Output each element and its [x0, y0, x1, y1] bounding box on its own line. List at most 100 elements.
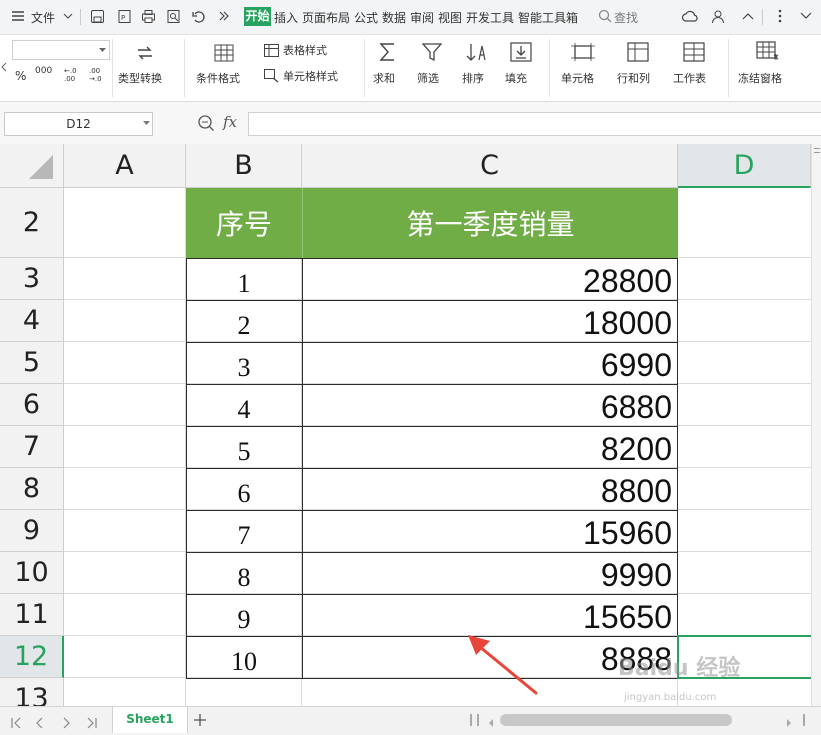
- cell-style-icon[interactable]: [264, 68, 279, 87]
- table-style-icon[interactable]: [264, 42, 279, 61]
- fill-button[interactable]: 填充: [505, 70, 527, 86]
- type-convert-icon[interactable]: [134, 43, 156, 67]
- print-preview-icon[interactable]: [165, 8, 181, 24]
- table-cell-sales[interactable]: 8200: [302, 426, 678, 468]
- expand-icon[interactable]: [798, 8, 814, 24]
- table-cell-sales[interactable]: 18000: [302, 300, 678, 342]
- sum-icon[interactable]: [379, 42, 397, 66]
- table-cell-sales[interactable]: 8800: [302, 468, 678, 510]
- filter-icon[interactable]: [421, 42, 443, 66]
- collapse-ribbon-icon[interactable]: [740, 8, 756, 24]
- column-header-b[interactable]: B: [186, 144, 302, 188]
- row-header-13[interactable]: 13: [0, 678, 64, 706]
- splitter-handle[interactable]: [803, 714, 805, 726]
- splitter-handle[interactable]: [477, 714, 479, 726]
- row-header-4[interactable]: 4: [0, 300, 64, 342]
- splitter-handle[interactable]: [470, 714, 472, 726]
- tab-developer[interactable]: 开发工具: [466, 9, 514, 26]
- table-cell-index[interactable]: 7: [186, 510, 302, 552]
- row-header-3[interactable]: 3: [0, 258, 64, 300]
- freeze-panes-icon[interactable]: [756, 41, 780, 67]
- table-cell-index[interactable]: 9: [186, 594, 302, 636]
- ribbon-scroll-left-icon[interactable]: [0, 57, 8, 77]
- filter-button[interactable]: 筛选: [417, 70, 439, 86]
- table-style-button[interactable]: 表格样式: [283, 42, 327, 58]
- freeze-panes-button[interactable]: 冻结窗格: [738, 70, 782, 86]
- table-cell-sales[interactable]: 9990: [302, 552, 678, 594]
- formula-input[interactable]: [248, 112, 821, 136]
- save-icon[interactable]: [89, 8, 105, 24]
- worksheet-button[interactable]: 工作表: [673, 70, 706, 86]
- number-format-select[interactable]: [12, 40, 110, 60]
- tab-start[interactable]: 开始: [244, 7, 271, 26]
- tab-data[interactable]: 数据: [382, 9, 406, 26]
- table-cell-index[interactable]: 1: [186, 258, 302, 300]
- row-header-6[interactable]: 6: [0, 384, 64, 426]
- sum-button[interactable]: 求和: [373, 70, 395, 86]
- row-header-8[interactable]: 8: [0, 468, 64, 510]
- cloud-sync-icon[interactable]: [682, 8, 698, 24]
- sort-button[interactable]: 排序: [462, 70, 484, 86]
- file-menu[interactable]: 文件: [31, 9, 55, 26]
- thousands-separator-button[interactable]: 000: [35, 66, 52, 76]
- add-sheet-icon[interactable]: [193, 712, 207, 731]
- row-header-12[interactable]: 12: [0, 636, 64, 678]
- decrease-decimal-icon[interactable]: .00 →.0: [89, 66, 107, 86]
- sort-icon[interactable]: [466, 42, 488, 66]
- print-icon[interactable]: [140, 8, 156, 24]
- conditional-format-icon[interactable]: [214, 44, 234, 66]
- tab-page-layout[interactable]: 页面布局: [302, 9, 350, 26]
- tab-review[interactable]: 审阅: [410, 9, 434, 26]
- row-header-11[interactable]: 11: [0, 594, 64, 636]
- tab-formula[interactable]: 公式: [354, 9, 378, 26]
- name-box-dropdown-icon[interactable]: [143, 121, 150, 127]
- row-header-10[interactable]: 10: [0, 552, 64, 594]
- hamburger-menu-icon[interactable]: [10, 8, 26, 24]
- chevron-down-icon[interactable]: [60, 8, 76, 24]
- tab-insert[interactable]: 插入: [274, 9, 298, 26]
- zoom-search-icon[interactable]: [197, 114, 215, 136]
- first-sheet-icon[interactable]: [10, 714, 22, 733]
- worksheet-icon[interactable]: [683, 42, 705, 66]
- table-header-index[interactable]: 序号: [186, 188, 302, 258]
- cell-icon[interactable]: [571, 43, 595, 65]
- scroll-left-icon[interactable]: [487, 714, 495, 733]
- table-cell-index[interactable]: 5: [186, 426, 302, 468]
- share-user-icon[interactable]: [710, 8, 726, 24]
- row-header-7[interactable]: 7: [0, 426, 64, 468]
- row-header-9[interactable]: 9: [0, 510, 64, 552]
- function-icon[interactable]: fx: [223, 113, 237, 131]
- more-chevrons-icon[interactable]: [216, 8, 232, 24]
- last-sheet-icon[interactable]: [86, 714, 98, 733]
- export-pdf-icon[interactable]: P: [116, 8, 132, 24]
- search-label[interactable]: 查找: [614, 9, 638, 26]
- search-icon[interactable]: [597, 8, 613, 24]
- table-cell-sales[interactable]: 15960: [302, 510, 678, 552]
- tab-view[interactable]: 视图: [438, 9, 462, 26]
- table-cell-sales[interactable]: 28800: [302, 258, 678, 300]
- table-cell-index[interactable]: 2: [186, 300, 302, 342]
- conditional-format-button[interactable]: 条件格式: [196, 70, 240, 86]
- name-box[interactable]: D12: [4, 112, 153, 136]
- cell-style-button[interactable]: 单元格样式: [283, 68, 338, 84]
- tab-smart-toolbox[interactable]: 智能工具箱: [518, 9, 578, 26]
- table-header-q1-sales[interactable]: 第一季度销量: [302, 188, 678, 258]
- sheet-tab-sheet1[interactable]: Sheet1: [112, 707, 188, 733]
- next-sheet-icon[interactable]: [60, 714, 72, 733]
- row-header-2[interactable]: 2: [0, 188, 64, 258]
- select-all-corner[interactable]: [0, 144, 64, 188]
- more-options-icon[interactable]: [772, 8, 788, 24]
- fill-icon[interactable]: [510, 42, 532, 66]
- percent-button[interactable]: %: [15, 69, 26, 83]
- row-column-button[interactable]: 行和列: [617, 70, 650, 86]
- scroll-right-icon[interactable]: [785, 714, 793, 733]
- row-column-icon[interactable]: [627, 42, 649, 66]
- row-header-5[interactable]: 5: [0, 342, 64, 384]
- table-cell-sales[interactable]: 6880: [302, 384, 678, 426]
- column-header-c[interactable]: C: [302, 144, 678, 188]
- column-header-d[interactable]: D: [678, 144, 811, 188]
- table-cell-index[interactable]: 6: [186, 468, 302, 510]
- table-cell-index[interactable]: 8: [186, 552, 302, 594]
- table-cell-index[interactable]: 3: [186, 342, 302, 384]
- horizontal-scrollbar-thumb[interactable]: [500, 714, 732, 726]
